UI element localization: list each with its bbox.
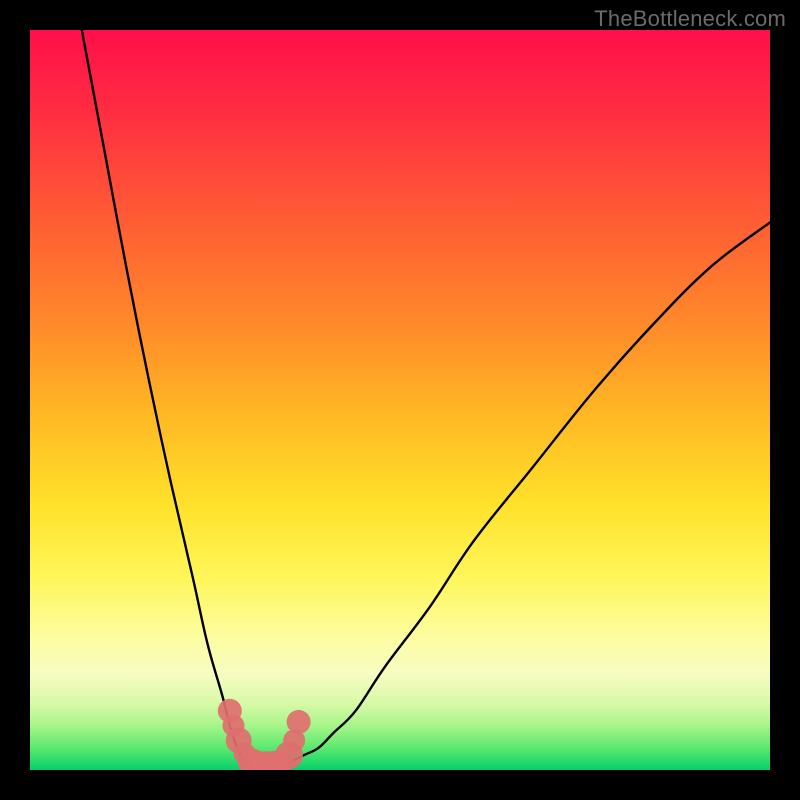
- gradient-background: [30, 30, 770, 770]
- watermark-text: TheBottleneck.com: [594, 6, 786, 32]
- chart-stage: TheBottleneck.com: [0, 0, 800, 800]
- plot-area: [30, 30, 770, 770]
